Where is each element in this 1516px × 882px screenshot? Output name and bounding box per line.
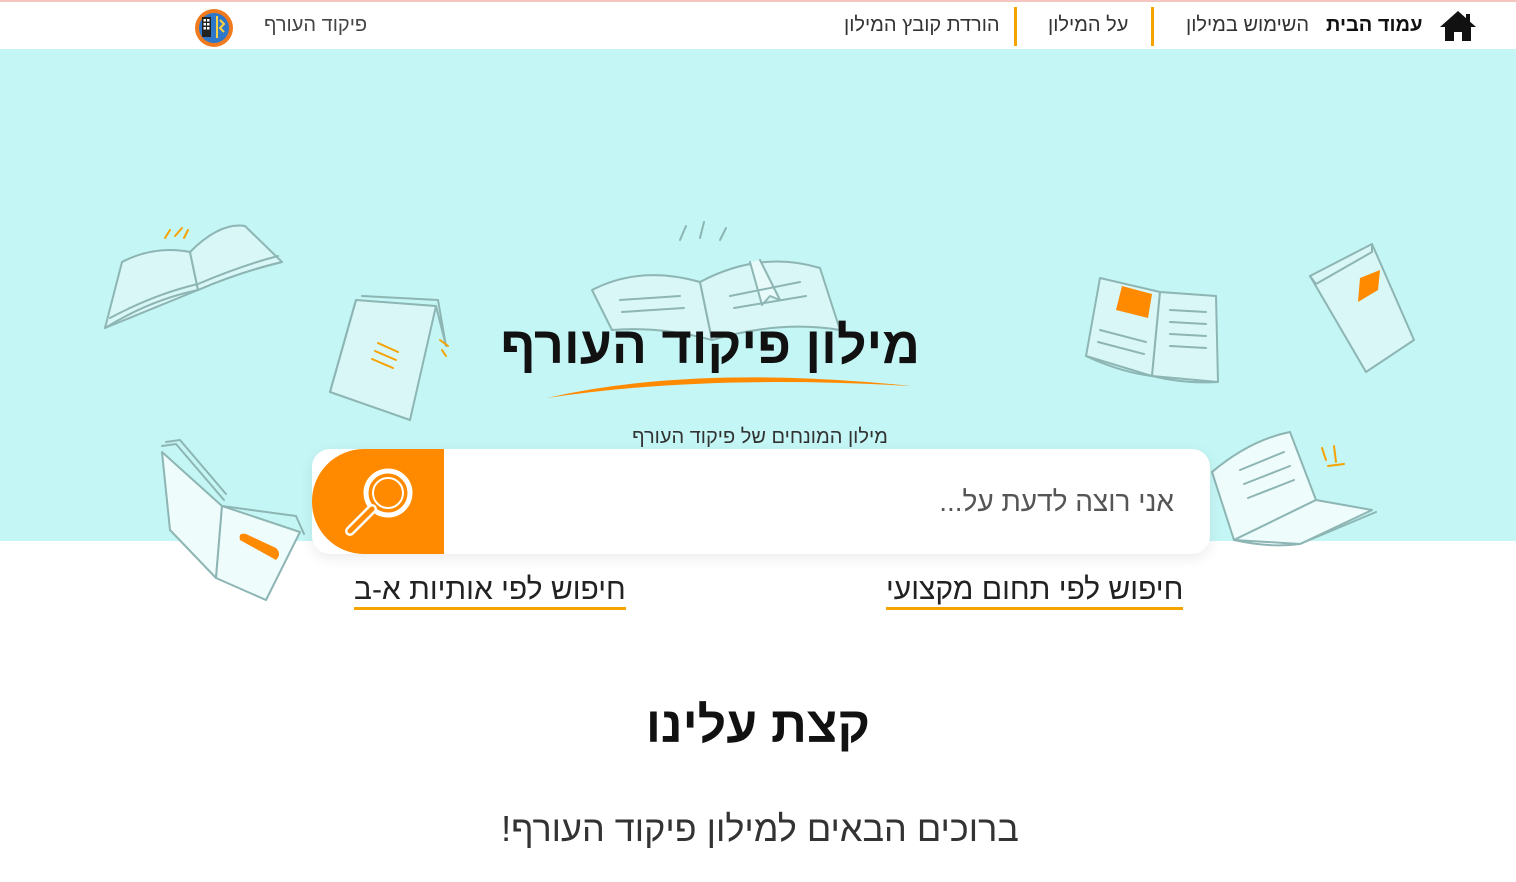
welcome-text: ברוכים הבאים למילון פיקוד העורף!: [501, 808, 1019, 849]
magnifier-icon: [345, 468, 413, 536]
nav-usage-link[interactable]: השימוש במילון: [1186, 14, 1309, 37]
nav-about-link[interactable]: על המילון: [1048, 14, 1128, 37]
brand-name[interactable]: פיקוד העורף: [264, 14, 367, 37]
nav-separator: [1151, 7, 1154, 46]
hero-subtitle: מילון המונחים של פיקוד העורף: [632, 426, 888, 448]
nav-separator: [1014, 7, 1017, 46]
top-navbar: עמוד הבית השימוש במילון על המילון הורדת …: [0, 2, 1516, 49]
hero-title: מילון פיקוד העורף: [500, 317, 920, 375]
title-underline-swoosh: [547, 377, 911, 398]
search-bar: [312, 449, 1210, 554]
search-button[interactable]: [312, 449, 444, 554]
search-by-alphabet-link[interactable]: חיפוש לפי אותיות א-ב: [354, 574, 626, 610]
nav-download-link[interactable]: הורדת קובץ המילון: [844, 14, 1000, 37]
about-section-title: קצת עלינו: [645, 697, 871, 753]
search-by-field-link[interactable]: חיפוש לפי תחום מקצועי: [886, 574, 1184, 610]
search-input[interactable]: [444, 449, 1210, 554]
home-icon[interactable]: [1438, 9, 1478, 43]
home-front-command-logo-icon[interactable]: [194, 8, 234, 48]
nav-home-link[interactable]: עמוד הבית: [1326, 14, 1422, 37]
